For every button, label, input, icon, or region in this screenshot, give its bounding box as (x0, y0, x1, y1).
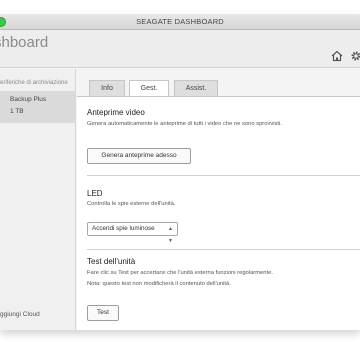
sidebar-heading: eriferiche di archiviazione (0, 80, 68, 86)
title-bar: SEAGATE DASHBOARD (0, 14, 360, 30)
tab-assist[interactable]: Assist. (174, 80, 218, 96)
test-button[interactable]: Test (87, 305, 119, 321)
led-description: Controlla le spie esterne dell'unità. (87, 201, 176, 207)
tab-info[interactable]: Info (89, 80, 125, 96)
tab-gest[interactable]: Gest. (129, 80, 169, 97)
sidebar-item-backup-plus[interactable]: Backup Plus 1 TB (0, 91, 76, 123)
select-arrows-icon: ▲ ▼ (168, 226, 173, 244)
management-panel: Anteprime video Genera automaticamente l… (77, 96, 360, 330)
test-description: Fare clic su Test per accertarsi che l'u… (87, 270, 273, 276)
device-name: Backup Plus (10, 96, 47, 103)
led-title: LED (87, 189, 103, 198)
window-title: SEAGATE DASHBOARD (136, 17, 224, 26)
previews-title: Anteprime video (87, 108, 145, 117)
app-header: shboard (0, 30, 360, 68)
app-window: SEAGATE DASHBOARD shboard eriferiche di … (0, 14, 360, 330)
main-content: Info Gest. Assist. Anteprime video Gener… (77, 69, 360, 330)
led-select[interactable]: Accendi spie luminose ▲ ▼ (87, 222, 178, 244)
home-icon[interactable] (331, 50, 343, 62)
device-size: 1 TB (10, 108, 24, 115)
led-select-value: Accendi spie luminose (92, 225, 155, 232)
add-cloud-link[interactable]: ggiungi Cloud (0, 311, 40, 318)
test-note: Nota: questo test non modificherà il con… (87, 281, 231, 287)
previews-description: Genera automaticamente le anteprime di t… (87, 121, 282, 127)
gear-icon[interactable] (350, 50, 360, 62)
section-divider (87, 175, 360, 176)
sidebar: eriferiche di archiviazione Backup Plus … (0, 69, 76, 330)
app-title: shboard (0, 34, 49, 51)
test-title: Test dell'unità (87, 257, 136, 266)
section-divider (87, 249, 360, 250)
generate-previews-button[interactable]: Genera anteprime adesso (87, 148, 191, 164)
